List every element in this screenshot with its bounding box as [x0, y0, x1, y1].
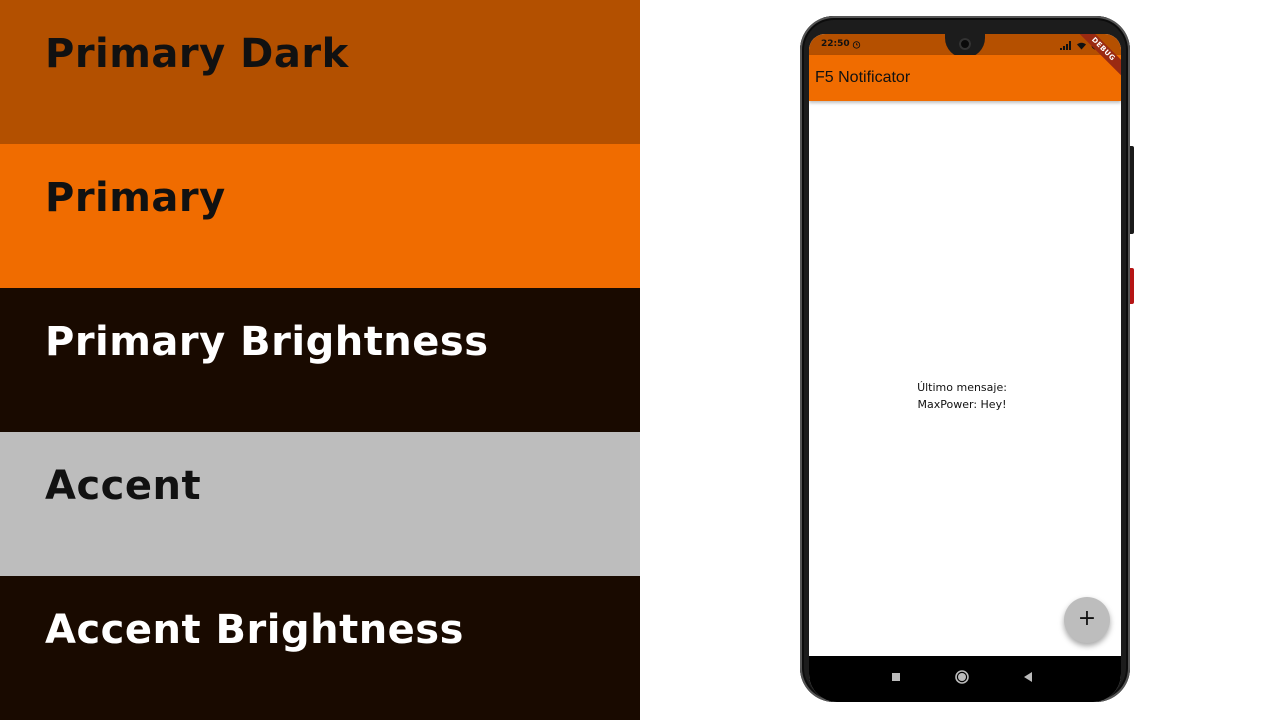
swatch-label: Accent — [45, 463, 202, 509]
swatch-label: Primary Brightness — [45, 319, 489, 365]
swatch-accent: Accent — [0, 432, 640, 576]
swatch-accent-brightness: Accent Brightness — [0, 576, 640, 720]
swatch-label: Primary Dark — [45, 31, 349, 77]
app-title: F5 Notificator — [815, 69, 911, 86]
signal-icon — [1060, 40, 1071, 50]
last-message: Último mensaje: MaxPower: Hey! — [809, 379, 1115, 413]
front-camera — [959, 38, 971, 50]
home-circle-icon[interactable] — [953, 668, 971, 686]
color-swatch-panel: Primary Dark Primary Primary Brightness … — [0, 0, 640, 720]
wifi-icon — [1077, 42, 1086, 49]
swatch-label: Primary — [45, 175, 226, 221]
last-message-content: MaxPower: Hey! — [917, 398, 1007, 411]
status-time: 22:50 — [821, 39, 850, 49]
back-triangle-icon[interactable] — [1019, 668, 1037, 686]
app-bar: F5 Notificator — [809, 55, 1121, 101]
power-button — [1130, 268, 1134, 304]
swatch-label: Accent Brightness — [45, 607, 464, 653]
navigation-bar — [809, 656, 1121, 702]
phone-screen: 22:50 F5 Notificator DEBUG Último mensaj… — [809, 34, 1121, 702]
last-message-label: Último mensaje: — [917, 381, 1007, 394]
swatch-primary-brightness: Primary Brightness — [0, 288, 640, 432]
swatch-primary-dark: Primary Dark — [0, 0, 640, 144]
add-fab-button[interactable]: + — [1064, 597, 1110, 643]
swatch-primary: Primary — [0, 144, 640, 288]
recents-square-icon[interactable] — [887, 668, 905, 686]
alarm-icon — [852, 41, 861, 49]
volume-button — [1130, 146, 1134, 234]
